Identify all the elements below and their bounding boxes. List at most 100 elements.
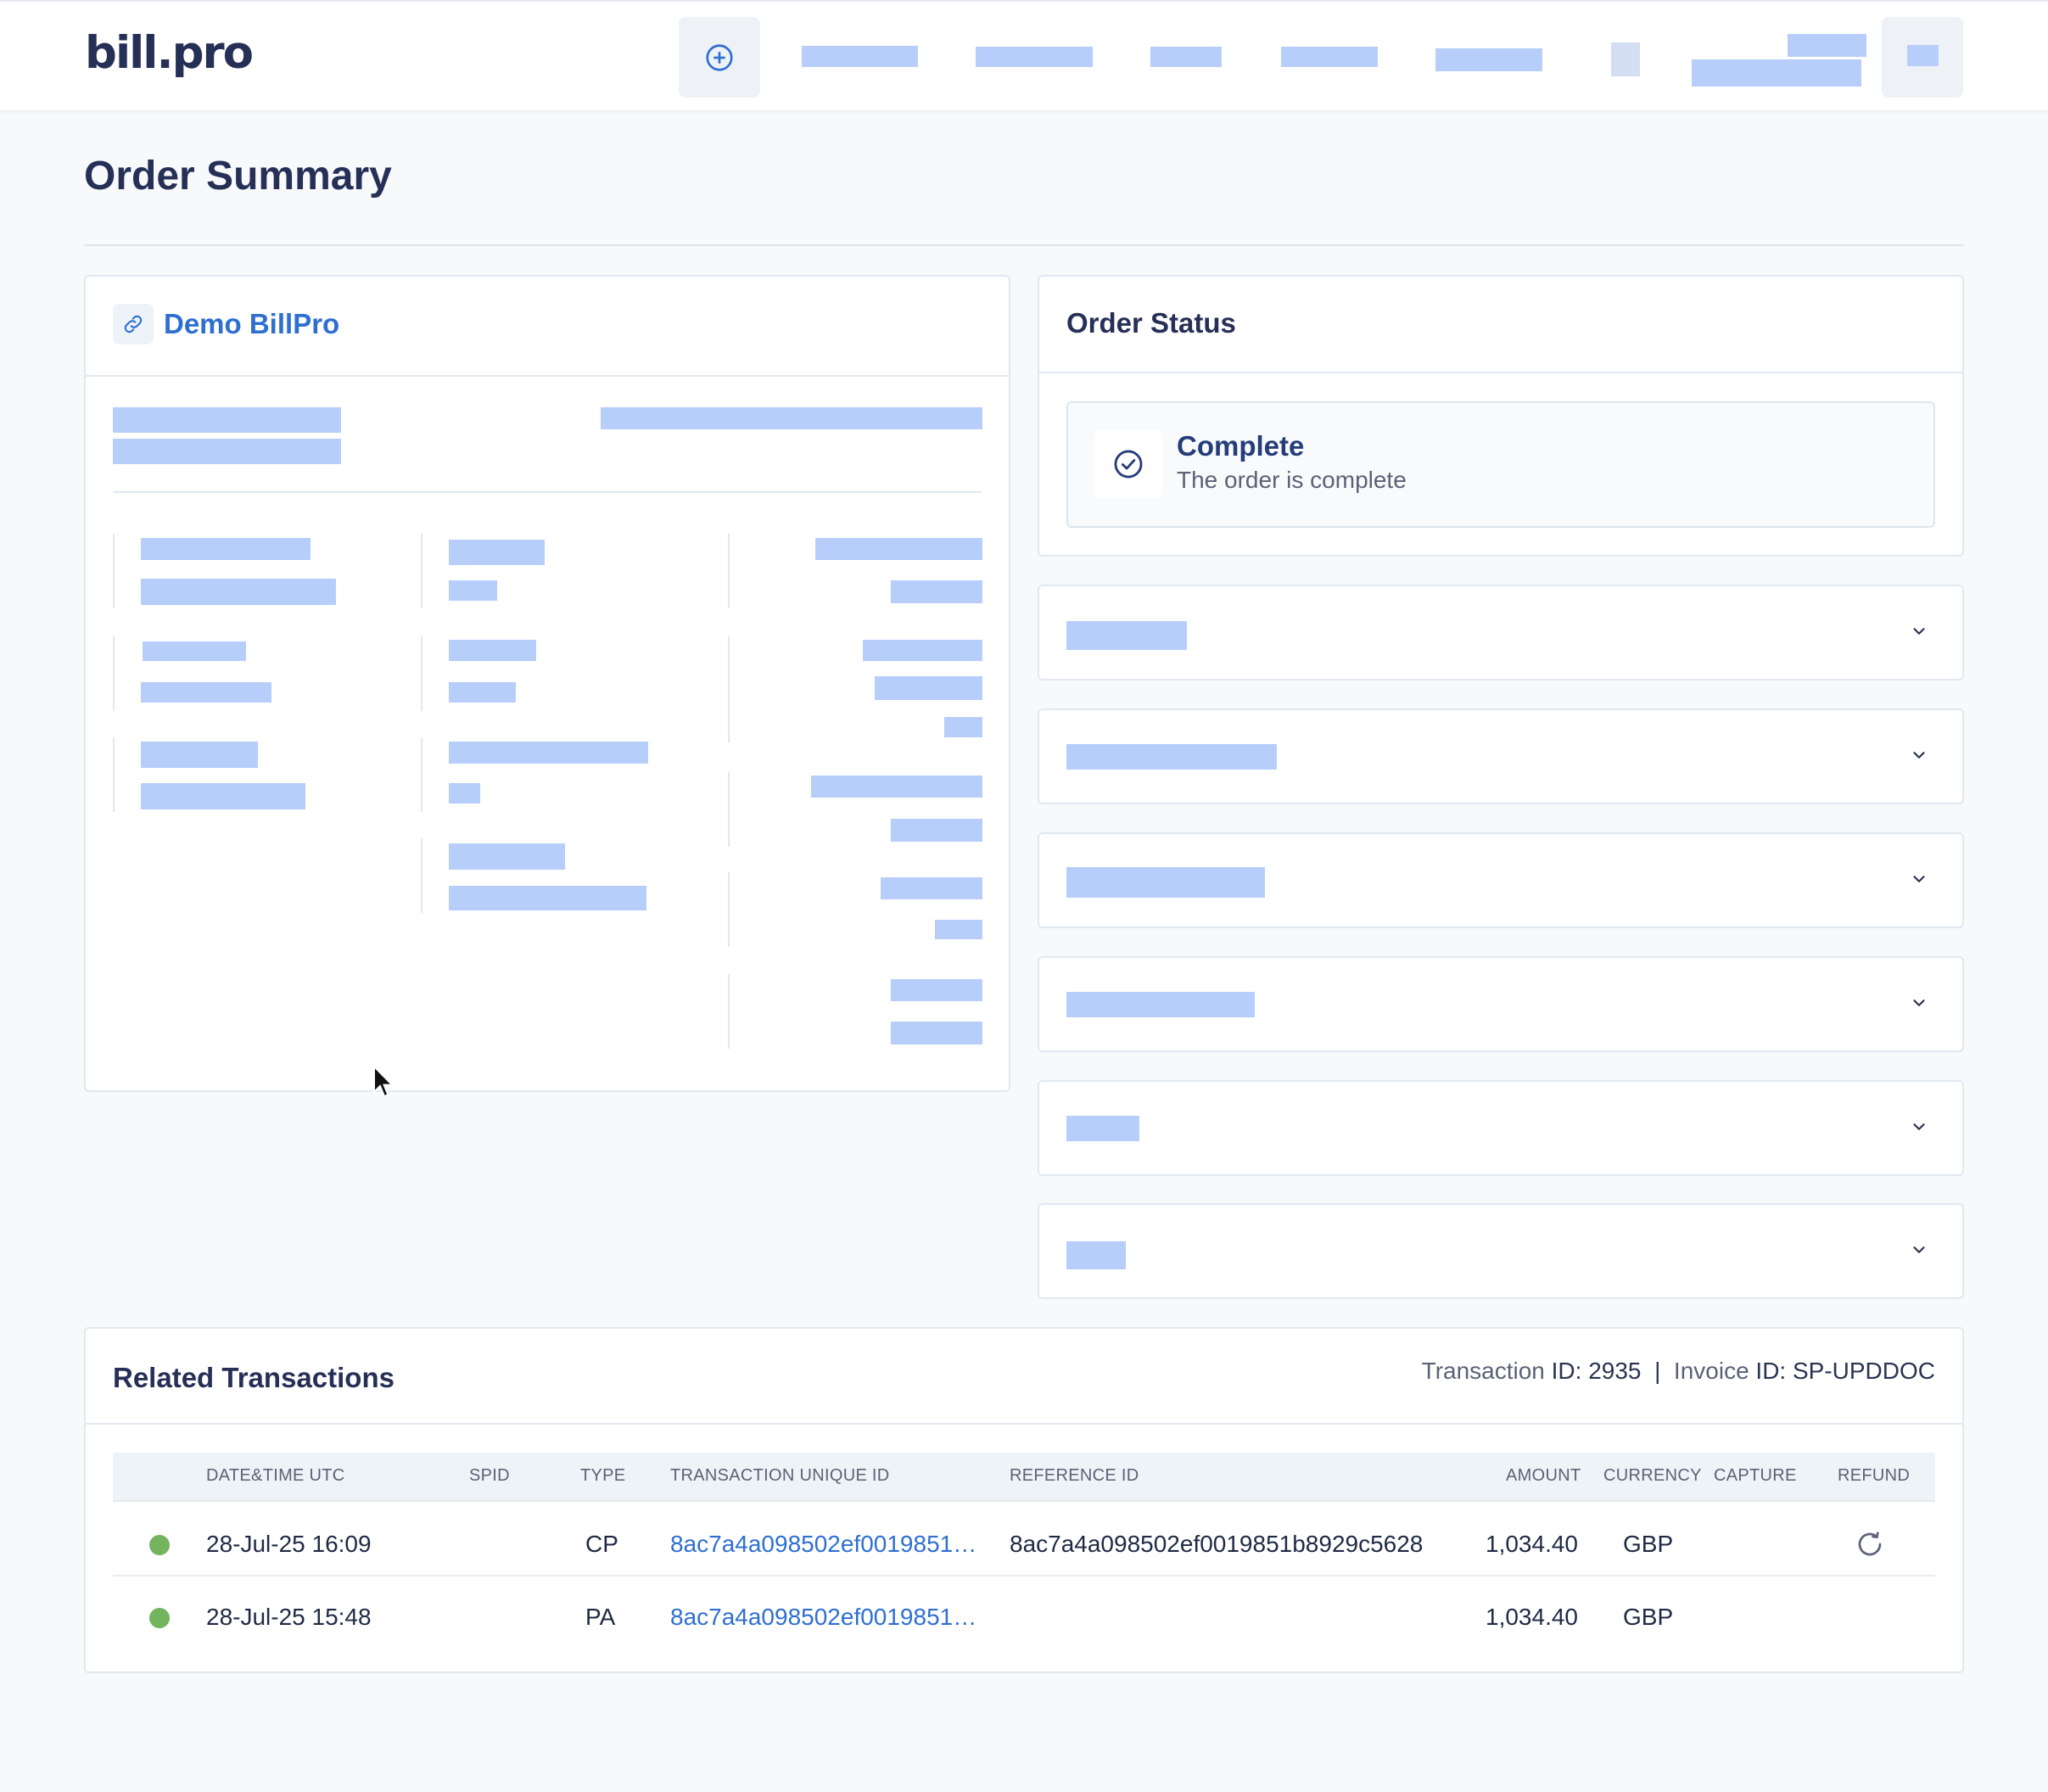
- accordion-section-4[interactable]: [1038, 956, 1964, 1052]
- status-dot: [149, 1608, 170, 1628]
- row-reference-id: 8ac7a4a098502ef0019851b8929c5628: [1010, 1531, 1424, 1557]
- check-circle-icon: [1094, 430, 1162, 498]
- chevron-down-icon: [1913, 1123, 1925, 1130]
- nav-item-redacted-1[interactable]: [802, 46, 918, 67]
- detail-value-redacted: [141, 579, 336, 605]
- row-amount: 1,034.40: [1486, 1531, 1578, 1557]
- chevron-down-icon: [1913, 752, 1925, 759]
- column-header-datetime[interactable]: DATE&TIME UTC: [206, 1466, 345, 1486]
- accordion-title-redacted: [1066, 1116, 1139, 1141]
- accordion-section-1[interactable]: [1038, 585, 1964, 680]
- detail-value-redacted: [449, 886, 646, 910]
- column-divider: [728, 772, 730, 847]
- order-status-title: Order Status: [1066, 307, 1236, 339]
- column-header-spid[interactable]: SPID: [469, 1466, 510, 1486]
- order-info-redacted: [113, 439, 341, 464]
- create-button[interactable]: [679, 17, 760, 98]
- column-divider: [728, 534, 730, 608]
- column-divider: [113, 636, 115, 711]
- accordion-section-2[interactable]: [1038, 708, 1964, 804]
- page-title: Order Summary: [84, 154, 392, 199]
- refresh-icon: [1858, 1532, 1882, 1556]
- detail-value-redacted: [449, 783, 480, 804]
- column-divider: [113, 534, 115, 608]
- user-info-redacted-top: [1788, 34, 1866, 57]
- accordion-title-redacted: [1066, 621, 1187, 650]
- nav-item-redacted-4[interactable]: [1281, 47, 1378, 67]
- accordion-section-3[interactable]: [1038, 832, 1964, 928]
- merchant-link[interactable]: Demo BillPro: [113, 304, 339, 344]
- divider: [84, 375, 1010, 377]
- detail-label-redacted: [141, 742, 258, 768]
- detail-label-redacted: [891, 979, 982, 1001]
- column-divider: [421, 636, 422, 711]
- meta-separator: |: [1654, 1358, 1661, 1384]
- language-flag-redacted[interactable]: [1611, 42, 1640, 76]
- detail-label-redacted: [863, 640, 982, 661]
- column-header-capture[interactable]: CAPTURE: [1714, 1466, 1797, 1486]
- column-header-refund[interactable]: REFUND: [1838, 1466, 1910, 1486]
- row-datetime: 28-Jul-25 15:48: [206, 1604, 372, 1630]
- detail-value-redacted: [141, 783, 305, 809]
- column-header-reference-id[interactable]: REFERENCE ID: [1010, 1466, 1139, 1486]
- chevron-down-icon: [1913, 628, 1925, 635]
- divider: [84, 244, 1964, 246]
- detail-label-redacted: [815, 538, 982, 560]
- invoice-id-value: ID: SP-UPDDOC: [1755, 1358, 1935, 1384]
- column-header-unique-id[interactable]: TRANSACTION UNIQUE ID: [670, 1466, 890, 1486]
- column-divider: [728, 636, 730, 742]
- accordion-title-redacted: [1066, 992, 1255, 1017]
- column-divider: [421, 534, 422, 608]
- transaction-meta: Transaction ID: 2935 | Invoice ID: SP-UP…: [1422, 1358, 1935, 1385]
- divider: [84, 1423, 1964, 1425]
- user-avatar-redacted: [1907, 45, 1939, 66]
- column-divider: [113, 737, 115, 812]
- status-dot: [149, 1535, 170, 1555]
- row-unique-id-link[interactable]: 8ac7a4a098502ef0019851…: [670, 1604, 976, 1631]
- accordion-section-6[interactable]: [1038, 1203, 1964, 1299]
- invoice-id-label: Invoice: [1673, 1358, 1749, 1384]
- app-logo[interactable]: bill.pro: [85, 27, 254, 79]
- status-description: The order is complete: [1177, 467, 1407, 493]
- chevron-down-icon: [1913, 1000, 1925, 1006]
- row-datetime: 28-Jul-25 16:09: [206, 1531, 372, 1557]
- refund-button[interactable]: [1855, 1529, 1885, 1564]
- detail-value-redacted: [944, 717, 982, 737]
- detail-value-redacted: [891, 1022, 982, 1044]
- column-header-amount[interactable]: AMOUNT: [1506, 1466, 1581, 1486]
- row-unique-id-link[interactable]: 8ac7a4a098502ef0019851…: [670, 1531, 976, 1558]
- accordion-title-redacted: [1066, 867, 1265, 898]
- accordion-title-redacted: [1066, 744, 1277, 770]
- merchant-name: Demo BillPro: [164, 308, 340, 339]
- column-divider: [728, 872, 730, 947]
- top-navigation-bar: bill.pro: [0, 0, 2048, 110]
- mouse-cursor-icon: [373, 1065, 394, 1098]
- nav-item-redacted-3[interactable]: [1150, 47, 1222, 67]
- detail-label-redacted: [449, 540, 545, 565]
- divider: [113, 491, 982, 493]
- transaction-id-label: Transaction: [1421, 1358, 1545, 1384]
- column-header-currency[interactable]: CURRENCY: [1603, 1466, 1702, 1486]
- row-amount: 1,034.40: [1486, 1604, 1578, 1630]
- user-menu-button[interactable]: [1882, 17, 1963, 98]
- detail-label-redacted: [811, 776, 982, 798]
- chevron-down-icon: [1913, 1246, 1925, 1253]
- order-info-redacted: [113, 407, 341, 433]
- chevron-down-icon: [1913, 876, 1925, 882]
- detail-label-redacted: [449, 640, 536, 661]
- nav-item-redacted-5[interactable]: [1435, 48, 1542, 71]
- link-icon: [113, 304, 154, 344]
- order-info-redacted: [601, 407, 982, 429]
- nav-item-redacted-2[interactable]: [976, 47, 1093, 67]
- accordion-section-5[interactable]: [1038, 1080, 1964, 1176]
- detail-label-redacted: [449, 843, 565, 870]
- row-currency: GBP: [1623, 1531, 1674, 1557]
- plus-circle-icon: [706, 43, 733, 71]
- status-box: [1066, 401, 1935, 528]
- column-header-type[interactable]: TYPE: [580, 1466, 625, 1486]
- column-divider: [421, 737, 422, 812]
- detail-value-redacted: [891, 580, 982, 603]
- detail-value-redacted: [449, 580, 497, 601]
- detail-value-redacted: [875, 676, 982, 700]
- row-currency: GBP: [1623, 1604, 1674, 1630]
